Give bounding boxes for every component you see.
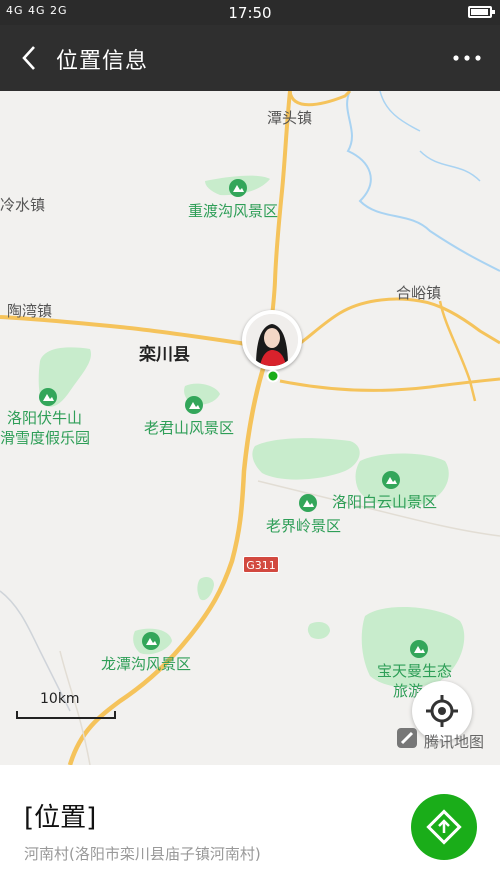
highway-shield: G311 bbox=[243, 556, 279, 573]
nav-bar: 位置信息 bbox=[0, 25, 500, 91]
label-lengshui: 冷水镇 bbox=[0, 196, 46, 214]
scenic-poi-icon[interactable] bbox=[185, 396, 203, 414]
label-baotian-1: 宝天曼生态 bbox=[377, 662, 453, 680]
location-address: 河南村(洛阳市栾川县庙子镇河南村) bbox=[24, 845, 261, 863]
tencent-map-logo-icon bbox=[397, 728, 417, 748]
label-heyu: 合峪镇 bbox=[396, 284, 442, 302]
user-avatar-marker[interactable] bbox=[242, 310, 302, 370]
more-dots-icon[interactable] bbox=[452, 47, 482, 69]
label-chongdu: 重渡沟风景区 bbox=[188, 202, 279, 220]
label-taowan: 陶湾镇 bbox=[7, 302, 53, 320]
location-title: [位置] bbox=[24, 803, 97, 833]
back-chevron-icon[interactable] bbox=[16, 41, 46, 75]
label-tantou: 潭头镇 bbox=[267, 109, 313, 127]
navigate-button[interactable] bbox=[411, 794, 477, 860]
page-title: 位置信息 bbox=[56, 49, 149, 74]
scenic-poi-icon[interactable] bbox=[229, 179, 247, 197]
label-laojie: 老界岭景区 bbox=[266, 517, 342, 535]
label-funiu-1: 洛阳伏牛山 bbox=[7, 409, 83, 427]
scenic-poi-icon[interactable] bbox=[382, 471, 400, 489]
label-baiyun: 洛阳白云山景区 bbox=[332, 493, 438, 511]
battery-icon bbox=[468, 6, 495, 18]
scenic-poi-icon[interactable] bbox=[142, 632, 160, 650]
location-panel: [位置] 河南村(洛阳市栾川县庙子镇河南村) bbox=[0, 765, 500, 889]
map-scale: 10km bbox=[16, 691, 116, 721]
label-laojun: 老君山风景区 bbox=[144, 419, 235, 437]
scenic-poi-icon[interactable] bbox=[39, 388, 57, 406]
navigation-arrow-icon bbox=[426, 809, 462, 845]
status-time: 17:50 bbox=[228, 4, 272, 22]
map-view[interactable]: 潭头镇 冷水镇 重渡沟风景区 合峪镇 陶湾镇 栾川县 洛阳伏牛山 滑雪度假乐园 … bbox=[0, 91, 500, 765]
avatar bbox=[246, 314, 298, 366]
location-pin-icon bbox=[266, 369, 280, 383]
scenic-poi-icon[interactable] bbox=[299, 494, 317, 512]
scale-bar bbox=[16, 711, 116, 719]
label-luanchuan: 栾川县 bbox=[139, 345, 190, 365]
status-bar: 4G 4G 2G 17:50 bbox=[0, 0, 500, 25]
label-funiu-2: 滑雪度假乐园 bbox=[0, 429, 91, 447]
map-provider-label: 腾讯地图 bbox=[424, 733, 485, 751]
battery-fill bbox=[471, 9, 489, 15]
scenic-poi-icon[interactable] bbox=[410, 640, 428, 658]
label-longtan: 龙潭沟风景区 bbox=[101, 655, 192, 673]
